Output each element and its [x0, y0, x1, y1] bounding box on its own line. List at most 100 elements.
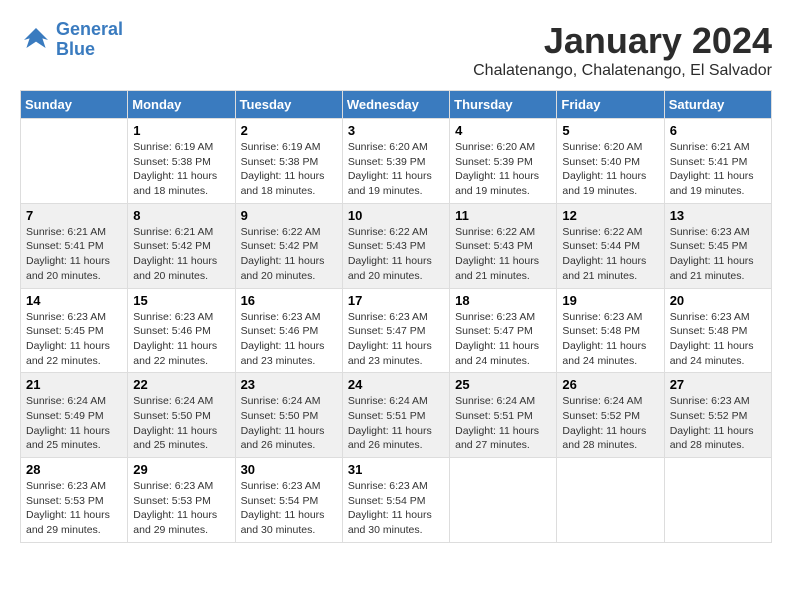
- day-info: Sunrise: 6:23 AMSunset: 5:52 PMDaylight:…: [670, 394, 766, 453]
- day-number: 22: [133, 377, 229, 392]
- calendar-cell: [450, 458, 557, 543]
- day-number: 21: [26, 377, 122, 392]
- day-number: 19: [562, 293, 658, 308]
- logo-text: General Blue: [56, 20, 123, 60]
- day-number: 1: [133, 123, 229, 138]
- day-info: Sunrise: 6:23 AMSunset: 5:46 PMDaylight:…: [241, 310, 337, 369]
- calendar-cell: 21 Sunrise: 6:24 AMSunset: 5:49 PMDayligh…: [21, 373, 128, 458]
- day-number: 4: [455, 123, 551, 138]
- day-number: 28: [26, 462, 122, 477]
- day-number: 20: [670, 293, 766, 308]
- calendar-cell: 31 Sunrise: 6:23 AMSunset: 5:54 PMDayligh…: [342, 458, 449, 543]
- day-info: Sunrise: 6:24 AMSunset: 5:51 PMDaylight:…: [348, 394, 444, 453]
- day-of-week-header: Sunday: [21, 91, 128, 119]
- logo-icon: [20, 24, 52, 56]
- calendar-cell: 2 Sunrise: 6:19 AMSunset: 5:38 PMDaylight…: [235, 119, 342, 204]
- day-info: Sunrise: 6:23 AMSunset: 5:47 PMDaylight:…: [455, 310, 551, 369]
- day-number: 9: [241, 208, 337, 223]
- calendar-cell: 7 Sunrise: 6:21 AMSunset: 5:41 PMDaylight…: [21, 203, 128, 288]
- calendar-cell: 4Sunrise: 6:20 AMSunset: 5:39 PMDaylight…: [450, 119, 557, 204]
- day-number: 29: [133, 462, 229, 477]
- day-of-week-header: Monday: [128, 91, 235, 119]
- day-info: Sunrise: 6:19 AMSunset: 5:38 PMDaylight:…: [133, 140, 229, 199]
- day-number: 3: [348, 123, 444, 138]
- day-info: Sunrise: 6:23 AMSunset: 5:48 PMDaylight:…: [562, 310, 658, 369]
- day-info: Sunrise: 6:24 AMSunset: 5:49 PMDaylight:…: [26, 394, 122, 453]
- day-of-week-header: Friday: [557, 91, 664, 119]
- day-of-week-header: Thursday: [450, 91, 557, 119]
- day-info: Sunrise: 6:23 AMSunset: 5:54 PMDaylight:…: [241, 479, 337, 538]
- day-number: 18: [455, 293, 551, 308]
- day-of-week-header: Tuesday: [235, 91, 342, 119]
- day-info: Sunrise: 6:23 AMSunset: 5:53 PMDaylight:…: [133, 479, 229, 538]
- day-of-week-header: Wednesday: [342, 91, 449, 119]
- day-number: 10: [348, 208, 444, 223]
- calendar-cell: 3 Sunrise: 6:20 AMSunset: 5:39 PMDaylight…: [342, 119, 449, 204]
- day-number: 25: [455, 377, 551, 392]
- calendar-cell: 12 Sunrise: 6:22 AMSunset: 5:44 PMDayligh…: [557, 203, 664, 288]
- calendar-cell: 25 Sunrise: 6:24 AMSunset: 5:51 PMDayligh…: [450, 373, 557, 458]
- day-number: 17: [348, 293, 444, 308]
- calendar-cell: 16Sunrise: 6:23 AMSunset: 5:46 PMDayligh…: [235, 288, 342, 373]
- day-number: 30: [241, 462, 337, 477]
- calendar-cell: 27Sunrise: 6:23 AMSunset: 5:52 PMDayligh…: [664, 373, 771, 458]
- calendar-week-row: 21 Sunrise: 6:24 AMSunset: 5:49 PMDayligh…: [21, 373, 772, 458]
- day-info: Sunrise: 6:23 AMSunset: 5:54 PMDaylight:…: [348, 479, 444, 538]
- day-of-week-header: Saturday: [664, 91, 771, 119]
- calendar-body: 1 Sunrise: 6:19 AMSunset: 5:38 PMDaylight…: [21, 119, 772, 543]
- calendar-cell: 10 Sunrise: 6:22 AMSunset: 5:43 PMDayligh…: [342, 203, 449, 288]
- location-subtitle: Chalatenango, Chalatenango, El Salvador: [473, 62, 772, 80]
- calendar-cell: 11 Sunrise: 6:22 AMSunset: 5:43 PMDayligh…: [450, 203, 557, 288]
- calendar-cell: 26 Sunrise: 6:24 AMSunset: 5:52 PMDayligh…: [557, 373, 664, 458]
- day-info: Sunrise: 6:23 AMSunset: 5:46 PMDaylight:…: [133, 310, 229, 369]
- day-number: 11: [455, 208, 551, 223]
- calendar-cell: 1 Sunrise: 6:19 AMSunset: 5:38 PMDaylight…: [128, 119, 235, 204]
- calendar-cell: 23Sunrise: 6:24 AMSunset: 5:50 PMDayligh…: [235, 373, 342, 458]
- calendar-cell: 13 Sunrise: 6:23 AMSunset: 5:45 PMDayligh…: [664, 203, 771, 288]
- calendar-week-row: 28 Sunrise: 6:23 AMSunset: 5:53 PMDayligh…: [21, 458, 772, 543]
- calendar-cell: 19 Sunrise: 6:23 AMSunset: 5:48 PMDayligh…: [557, 288, 664, 373]
- calendar-cell: 5 Sunrise: 6:20 AMSunset: 5:40 PMDaylight…: [557, 119, 664, 204]
- day-info: Sunrise: 6:19 AMSunset: 5:38 PMDaylight:…: [241, 140, 337, 199]
- day-info: Sunrise: 6:22 AMSunset: 5:42 PMDaylight:…: [241, 225, 337, 284]
- day-info: Sunrise: 6:24 AMSunset: 5:51 PMDaylight:…: [455, 394, 551, 453]
- calendar-header-row: SundayMondayTuesdayWednesdayThursdayFrid…: [21, 91, 772, 119]
- day-number: 6: [670, 123, 766, 138]
- day-number: 7: [26, 208, 122, 223]
- calendar-cell: 14 Sunrise: 6:23 AMSunset: 5:45 PMDayligh…: [21, 288, 128, 373]
- day-info: Sunrise: 6:22 AMSunset: 5:44 PMDaylight:…: [562, 225, 658, 284]
- day-number: 5: [562, 123, 658, 138]
- calendar-cell: 6 Sunrise: 6:21 AMSunset: 5:41 PMDaylight…: [664, 119, 771, 204]
- calendar-week-row: 14 Sunrise: 6:23 AMSunset: 5:45 PMDayligh…: [21, 288, 772, 373]
- calendar-cell: 30 Sunrise: 6:23 AMSunset: 5:54 PMDayligh…: [235, 458, 342, 543]
- calendar-week-row: 1 Sunrise: 6:19 AMSunset: 5:38 PMDaylight…: [21, 119, 772, 204]
- calendar-cell: [21, 119, 128, 204]
- day-number: 12: [562, 208, 658, 223]
- day-info: Sunrise: 6:23 AMSunset: 5:45 PMDaylight:…: [670, 225, 766, 284]
- day-info: Sunrise: 6:21 AMSunset: 5:41 PMDaylight:…: [670, 140, 766, 199]
- day-info: Sunrise: 6:21 AMSunset: 5:41 PMDaylight:…: [26, 225, 122, 284]
- calendar-cell: 22 Sunrise: 6:24 AMSunset: 5:50 PMDayligh…: [128, 373, 235, 458]
- day-info: Sunrise: 6:20 AMSunset: 5:40 PMDaylight:…: [562, 140, 658, 199]
- logo: General Blue: [20, 20, 123, 60]
- day-number: 26: [562, 377, 658, 392]
- day-info: Sunrise: 6:23 AMSunset: 5:45 PMDaylight:…: [26, 310, 122, 369]
- calendar-cell: 29 Sunrise: 6:23 AMSunset: 5:53 PMDayligh…: [128, 458, 235, 543]
- calendar-week-row: 7 Sunrise: 6:21 AMSunset: 5:41 PMDaylight…: [21, 203, 772, 288]
- day-number: 13: [670, 208, 766, 223]
- day-info: Sunrise: 6:20 AMSunset: 5:39 PMDaylight:…: [348, 140, 444, 199]
- calendar-cell: [557, 458, 664, 543]
- day-number: 14: [26, 293, 122, 308]
- day-info: Sunrise: 6:22 AMSunset: 5:43 PMDaylight:…: [348, 225, 444, 284]
- day-number: 24: [348, 377, 444, 392]
- day-number: 31: [348, 462, 444, 477]
- day-number: 8: [133, 208, 229, 223]
- day-number: 23: [241, 377, 337, 392]
- calendar-table: SundayMondayTuesdayWednesdayThursdayFrid…: [20, 90, 772, 543]
- day-info: Sunrise: 6:24 AMSunset: 5:50 PMDaylight:…: [133, 394, 229, 453]
- page-header: General Blue January 2024 Chalatenango, …: [20, 20, 772, 80]
- day-info: Sunrise: 6:22 AMSunset: 5:43 PMDaylight:…: [455, 225, 551, 284]
- day-info: Sunrise: 6:24 AMSunset: 5:52 PMDaylight:…: [562, 394, 658, 453]
- day-number: 2: [241, 123, 337, 138]
- calendar-cell: 9 Sunrise: 6:22 AMSunset: 5:42 PMDaylight…: [235, 203, 342, 288]
